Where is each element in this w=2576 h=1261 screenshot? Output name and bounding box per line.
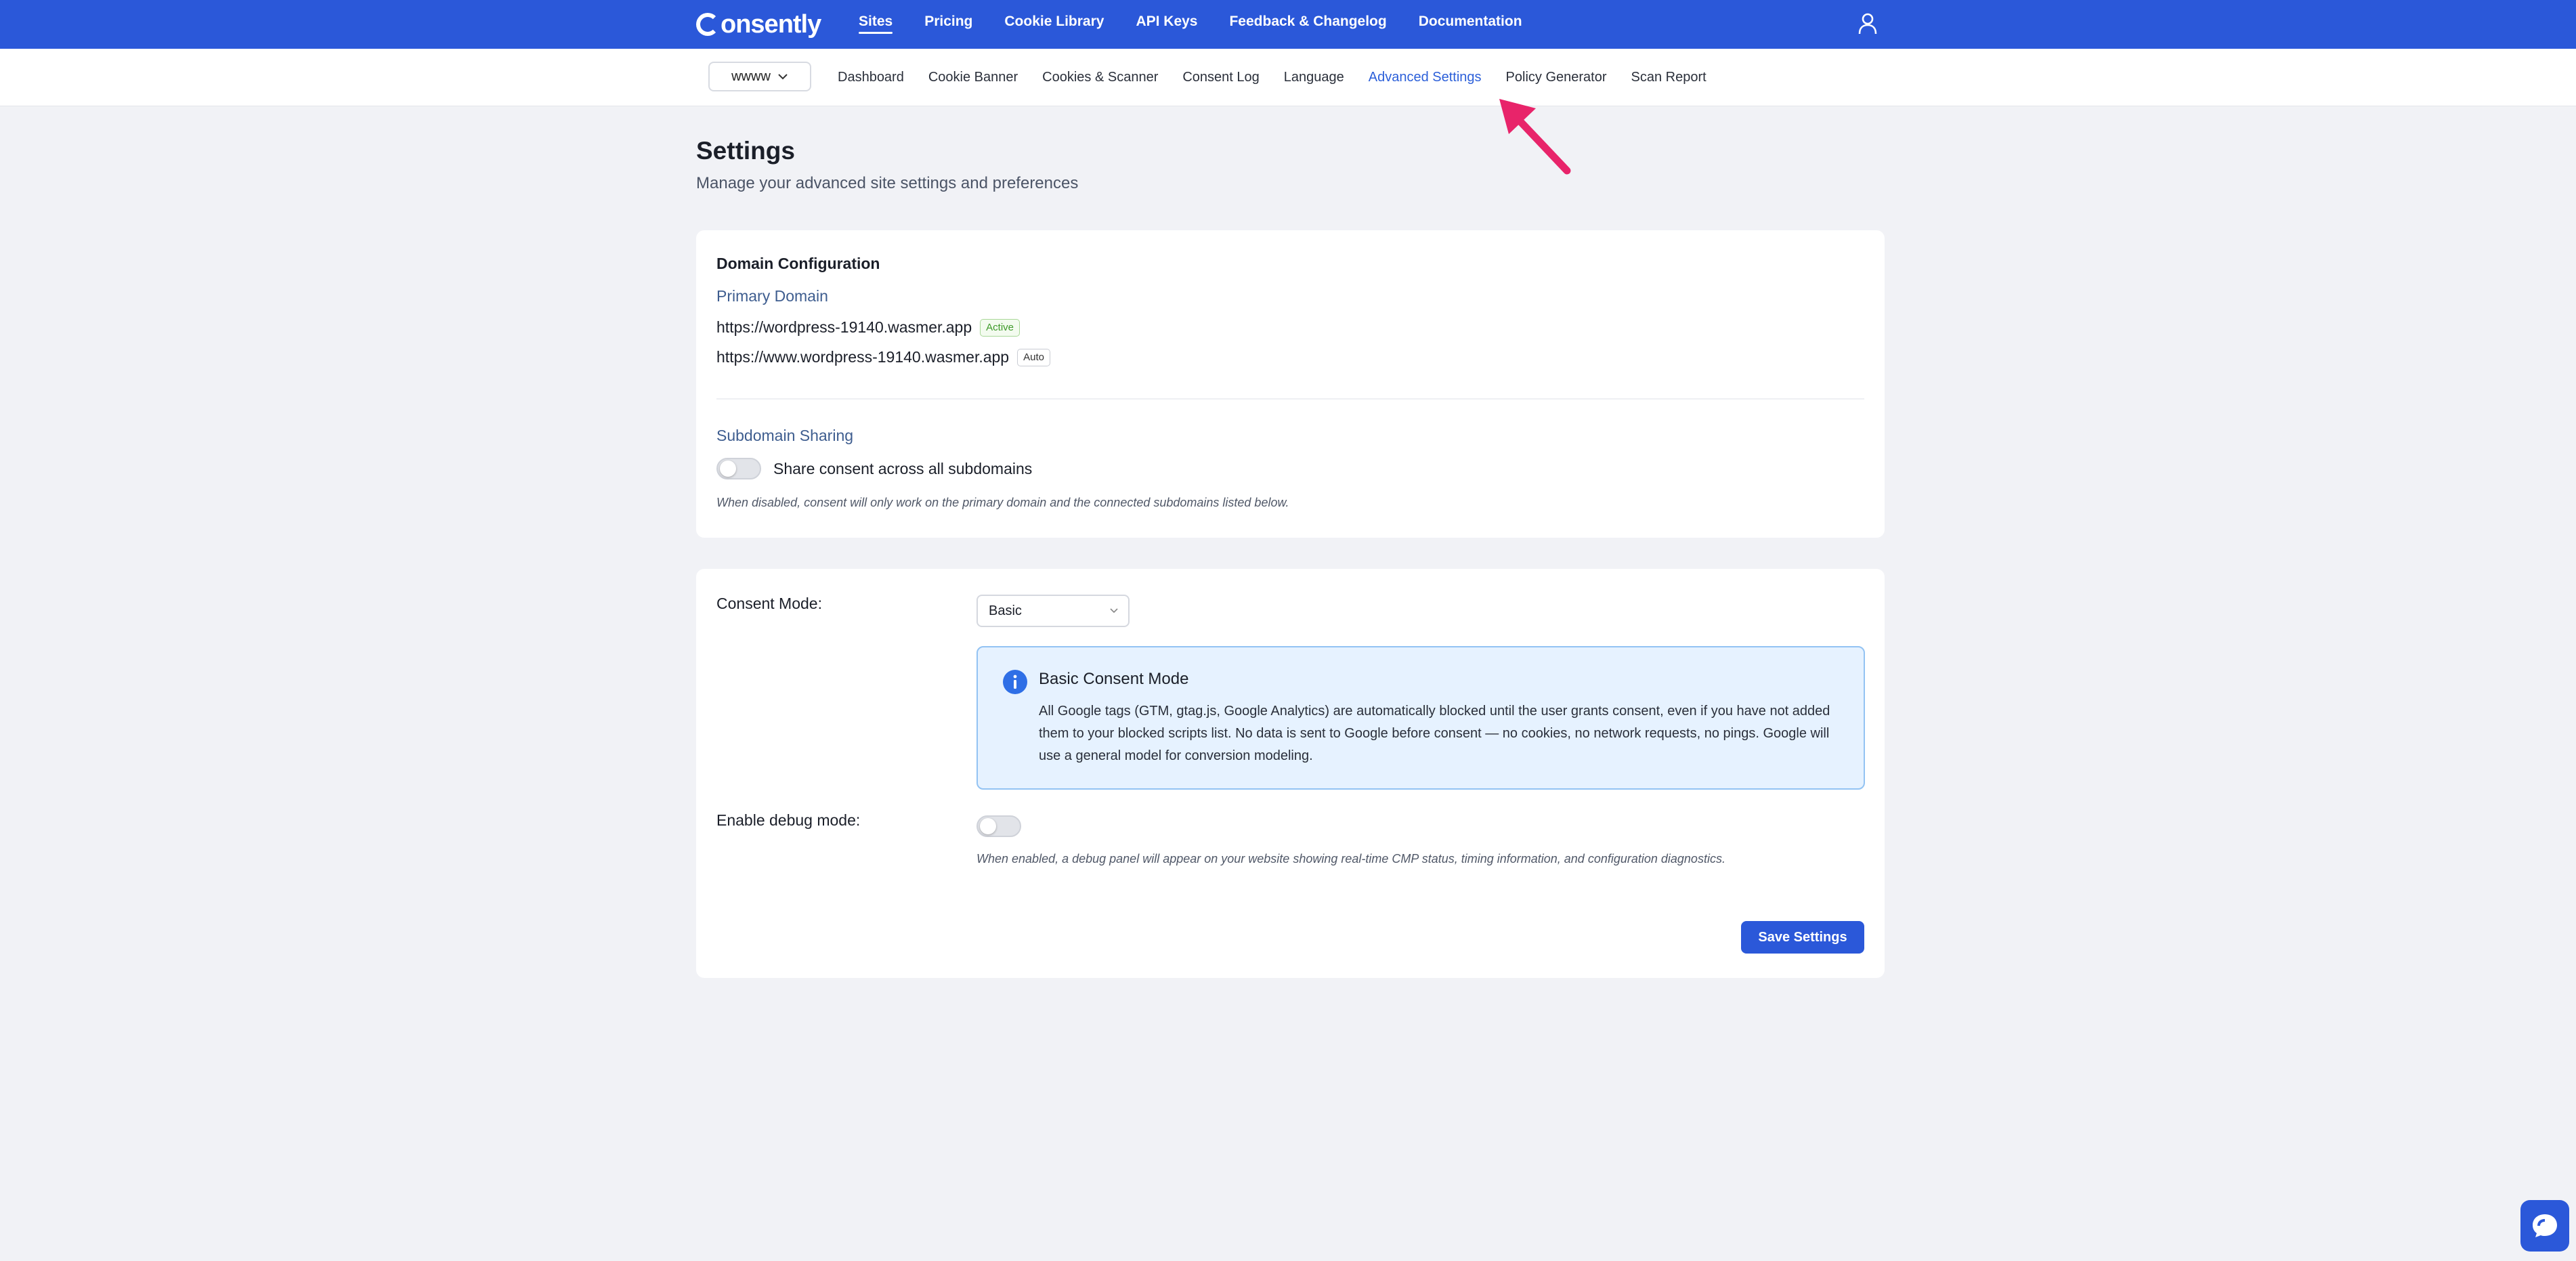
brand-logo[interactable]: onsently — [696, 7, 821, 42]
info-box-title: Basic Consent Mode — [1039, 670, 1189, 688]
consent-mode-select[interactable]: Basic — [976, 595, 1130, 627]
toggle-knob — [980, 818, 996, 834]
subdomain-sharing-label: Subdomain Sharing — [716, 427, 854, 444]
logo-c-mark — [696, 13, 719, 36]
subdomain-hint: When disabled, consent will only work on… — [716, 496, 1289, 509]
info-box-body: All Google tags (GTM, gtag.js, Google An… — [1039, 704, 1830, 763]
nav-feedback-changelog[interactable]: Feedback & Changelog — [1229, 9, 1386, 34]
site-selector-value: wwww — [731, 68, 771, 84]
subnav-cookie-banner[interactable]: Cookie Banner — [928, 70, 1018, 85]
domain-row: https://wordpress-19140.wasmer.app Activ… — [716, 318, 1021, 337]
subnav-scan-report[interactable]: Scan Report — [1631, 70, 1706, 85]
chevron-down-icon — [778, 74, 788, 80]
chat-bubble-icon[interactable] — [2520, 1200, 2569, 1252]
main-nav: Sites Pricing Cookie Library API Keys Fe… — [859, 0, 1554, 43]
domain-configuration-card: Domain Configuration Primary Domain http… — [696, 230, 1885, 538]
page-title: Settings — [696, 137, 795, 165]
consent-mode-label: Consent Mode: — [716, 595, 822, 612]
top-navbar: onsently Sites Pricing Cookie Library AP… — [0, 0, 2576, 49]
consent-settings-card: Consent Mode: Basic Basic Consent Mode A… — [696, 569, 1885, 978]
domain-url: https://wordpress-19140.wasmer.app — [716, 318, 972, 336]
consent-mode-value: Basic — [989, 603, 1022, 618]
brand-name: onsently — [721, 9, 821, 39]
nav-sites[interactable]: Sites — [859, 9, 893, 34]
subdomain-toggle-label: Share consent across all subdomains — [773, 459, 1033, 477]
subnav-advanced-settings[interactable]: Advanced Settings — [1369, 70, 1482, 85]
save-settings-button[interactable]: Save Settings — [1741, 921, 1864, 954]
domain-row: https://www.wordpress-19140.wasmer.app A… — [716, 348, 1050, 366]
subnav-consent-log[interactable]: Consent Log — [1182, 70, 1259, 85]
section-divider — [716, 398, 1864, 400]
subdomain-sharing-toggle[interactable] — [716, 458, 761, 479]
status-badge: Auto — [1017, 348, 1050, 366]
chevron-down-icon — [1110, 608, 1118, 614]
nav-documentation[interactable]: Documentation — [1419, 9, 1522, 34]
subdomain-toggle-row: Share consent across all subdomains — [716, 458, 1032, 479]
subnav-cookies-scanner[interactable]: Cookies & Scanner — [1042, 70, 1158, 85]
debug-mode-label: Enable debug mode: — [716, 811, 861, 829]
site-selector[interactable]: wwww — [708, 62, 811, 91]
page-subtitle: Manage your advanced site settings and p… — [696, 174, 1079, 192]
domain-url: https://www.wordpress-19140.wasmer.app — [716, 348, 1010, 366]
nav-pricing[interactable]: Pricing — [924, 9, 972, 34]
nav-cookie-library[interactable]: Cookie Library — [1004, 9, 1104, 34]
subnav-dashboard[interactable]: Dashboard — [838, 70, 904, 85]
domain-configuration-title: Domain Configuration — [716, 255, 880, 272]
annotation-arrow-icon — [1499, 99, 1571, 175]
subnav-policy-generator[interactable]: Policy Generator — [1506, 70, 1607, 85]
primary-domain-label: Primary Domain — [716, 287, 828, 305]
toggle-knob — [720, 461, 736, 477]
user-icon[interactable] — [1858, 12, 1878, 35]
info-icon — [1003, 670, 1027, 694]
debug-mode-hint: When enabled, a debug panel will appear … — [976, 852, 1725, 865]
subnav-language[interactable]: Language — [1284, 70, 1344, 85]
consent-mode-info-box: Basic Consent Mode All Google tags (GTM,… — [976, 646, 1865, 790]
debug-mode-toggle[interactable] — [976, 815, 1021, 837]
site-subnav: Dashboard Cookie Banner Cookies & Scanne… — [838, 49, 1731, 106]
status-badge: Active — [980, 318, 1021, 337]
site-subnav-bar: wwww Dashboard Cookie Banner Cookies & S… — [0, 49, 2576, 106]
nav-api-keys[interactable]: API Keys — [1136, 9, 1197, 34]
